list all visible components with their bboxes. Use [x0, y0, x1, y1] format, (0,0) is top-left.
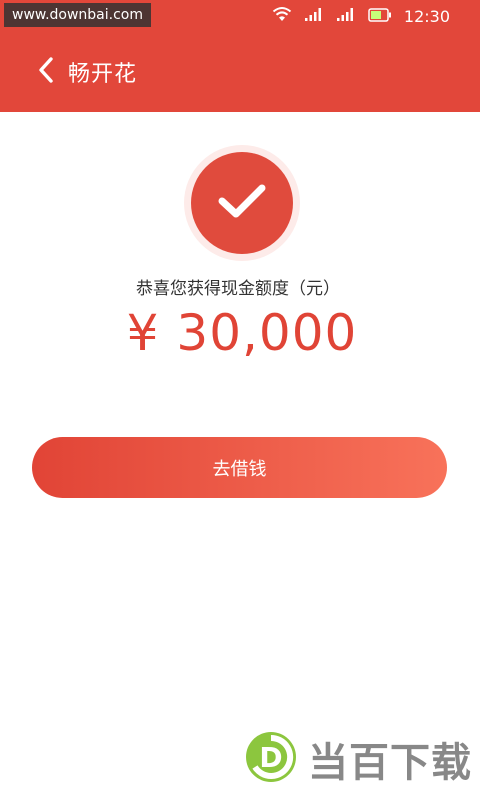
chevron-left-icon	[37, 56, 55, 88]
borrow-button[interactable]: 去借钱	[32, 437, 447, 498]
header-bar: www.downbai.com 12:30 畅开花	[0, 0, 480, 112]
page-title: 畅开花	[68, 62, 138, 87]
brand-watermark: D 当百下载	[244, 730, 472, 788]
brand-logo-icon: D	[244, 730, 298, 788]
success-badge	[191, 152, 293, 254]
checkmark-icon	[216, 181, 268, 225]
svg-text:D: D	[259, 741, 282, 774]
navigation-bar: 畅开花	[0, 42, 480, 102]
back-button[interactable]	[22, 48, 70, 96]
brand-text: 当百下载	[308, 740, 472, 786]
status-bar: www.downbai.com 12:30	[0, 0, 480, 34]
status-icons: 12:30	[272, 6, 450, 26]
site-watermark: www.downbai.com	[4, 3, 151, 27]
success-icon-halo	[184, 145, 300, 261]
signal-icon	[304, 6, 324, 26]
signal-icon	[336, 6, 356, 26]
credit-message: 恭喜您获得现金额度（元）	[136, 279, 340, 299]
battery-icon	[368, 7, 392, 26]
status-time: 12:30	[403, 6, 450, 26]
wifi-icon	[272, 6, 292, 26]
app-screen: www.downbai.com 12:30 畅开花 恭喜您获得现金额度（元） ¥…	[0, 0, 480, 800]
credit-amount: ¥ 30,000	[126, 304, 358, 362]
